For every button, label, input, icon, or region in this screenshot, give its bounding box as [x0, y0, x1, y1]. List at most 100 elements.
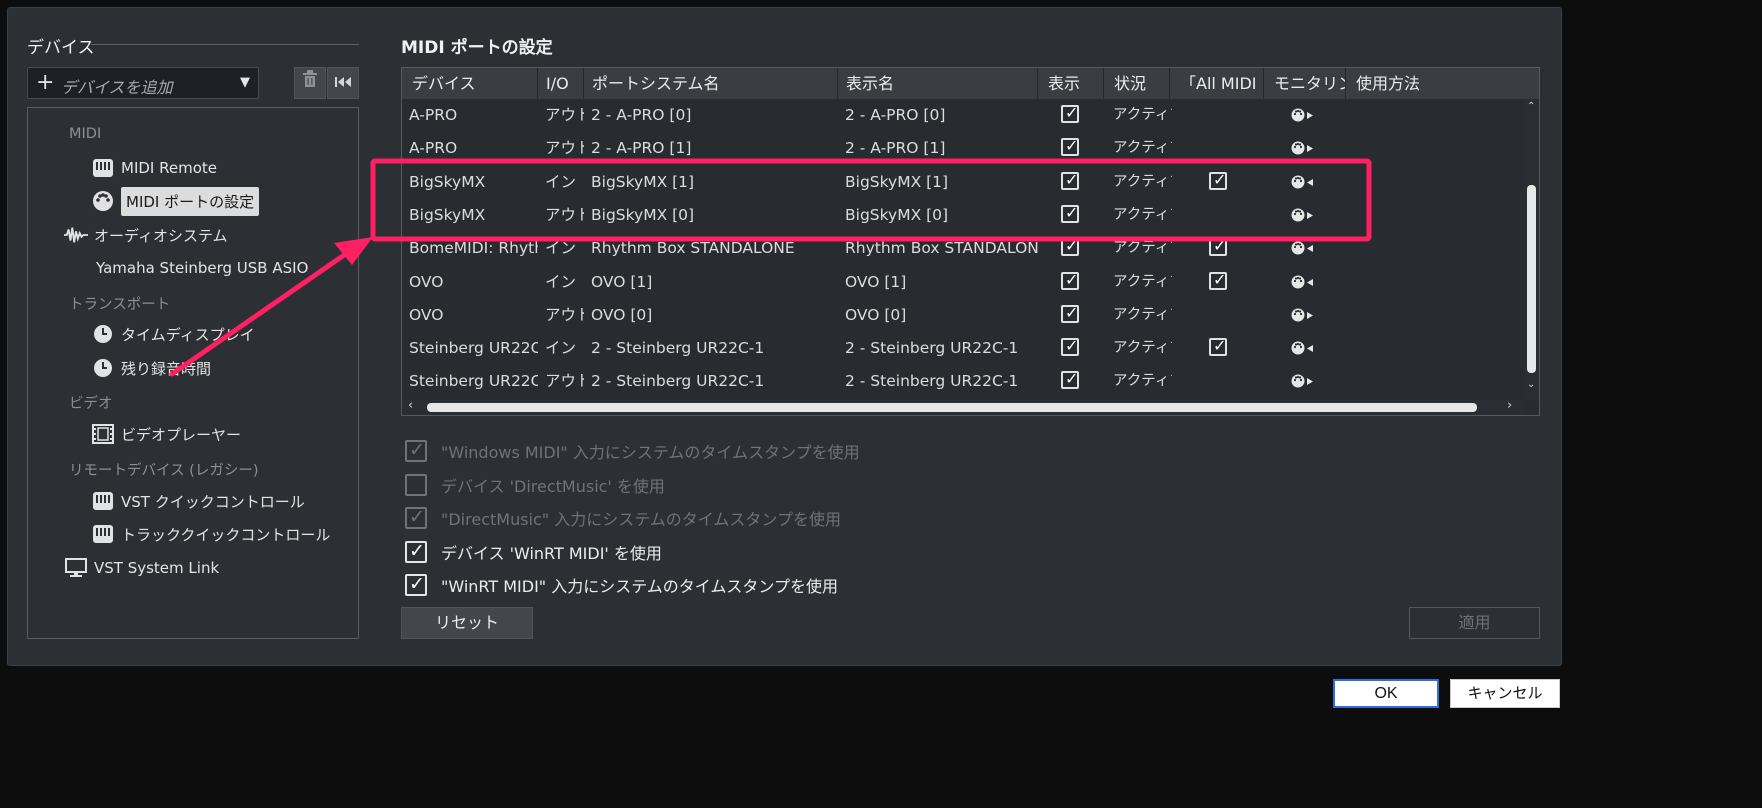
option-label: "DirectMusic" 入力にシステムのタイムスタンプを使用: [441, 510, 841, 529]
cell-display-name[interactable]: 2 - Steinberg UR22C-1: [838, 332, 1040, 365]
cell-status: アクティブ: [1113, 173, 1172, 190]
cell-display-name[interactable]: 2 - Steinberg UR22C-1: [838, 365, 1040, 398]
option-checkbox-row[interactable]: ✓ デバイス 'WinRT MIDI' を使用: [405, 539, 662, 565]
cell-status: アクティブ: [1113, 140, 1172, 157]
table-row[interactable]: BomeMIDI: Rhythm Box イン Rhythm Box STANDAL…: [402, 232, 1524, 265]
scroll-up-icon[interactable]: ⌃: [1527, 101, 1535, 112]
midi-in-icon[interactable]: [1291, 275, 1315, 291]
cell-display-name[interactable]: OVO [0]: [838, 299, 1040, 332]
midi-out-icon[interactable]: [1291, 308, 1315, 324]
vertical-scrollbar[interactable]: ⌃ ⌄: [1524, 99, 1539, 401]
visible-checkbox[interactable]: ✓: [1061, 369, 1079, 390]
column-header-visible[interactable]: 表示: [1040, 68, 1104, 99]
tree-category-midi: MIDI: [69, 126, 102, 142]
visible-checkbox[interactable]: ✓: [1061, 203, 1079, 223]
column-header-io[interactable]: I/O: [538, 68, 584, 99]
all-midi-in-checkbox[interactable]: ✓: [1209, 336, 1227, 357]
tree-item-vst-quick-controls[interactable]: VST クイックコントロール: [91, 487, 305, 515]
scroll-down-icon[interactable]: ⌄: [1527, 379, 1535, 390]
table-row[interactable]: Steinberg UR22C アウト 2 - Steinberg UR22C-1 2…: [402, 365, 1524, 398]
tree-item-label: VST System Link: [94, 559, 220, 577]
midi-out-icon[interactable]: [1291, 141, 1315, 157]
option-checkbox-row[interactable]: ✓ "WinRT MIDI" 入力にシステムのタイムスタンプを使用: [405, 572, 838, 598]
keyboard-icon: [91, 490, 115, 512]
midi-in-icon[interactable]: [1291, 341, 1315, 357]
visible-checkbox[interactable]: ✓: [1061, 336, 1079, 357]
option-checkbox[interactable]: ✓: [405, 540, 427, 563]
column-header-usage[interactable]: 使用方法: [1348, 68, 1539, 99]
reset-button[interactable]: リセット: [401, 607, 533, 639]
cell-io: イン: [545, 172, 577, 191]
all-midi-in-checkbox[interactable]: ✓: [1209, 270, 1227, 290]
tree-item-vst-system-link[interactable]: VST System Link: [64, 554, 219, 582]
option-checkbox[interactable]: ✓: [405, 439, 427, 462]
option-checkbox-row[interactable]: ✓ "Windows MIDI" 入力にシステムのタイムスタンプを使用: [405, 438, 860, 464]
table-row[interactable]: A-PRO アウト 2 - A-PRO [0] 2 - A-PRO [0] アクティブ ✓: [402, 99, 1524, 132]
tree-item-yamaha-asio[interactable]: Yamaha Steinberg USB ASIO: [96, 254, 308, 282]
horizontal-scrollbar[interactable]: ‹ ›: [402, 398, 1524, 415]
dialog-footer: [0, 668, 1567, 719]
table-row[interactable]: BigSkyMX イン BigSkyMX [1] BigSkyMX [1] アクティブ ✓…: [402, 166, 1524, 199]
table-row[interactable]: OVO アウト OVO [0] OVO [0] アクティブ ✓: [402, 299, 1524, 332]
midi-out-icon[interactable]: [1291, 208, 1315, 224]
ok-button[interactable]: OK: [1333, 679, 1439, 708]
cancel-button[interactable]: キャンセル: [1450, 679, 1560, 708]
table-row[interactable]: Steinberg UR22C イン 2 - Steinberg UR22C-1 2 …: [402, 332, 1524, 365]
midi-in-icon[interactable]: [1291, 175, 1315, 191]
apply-button[interactable]: 適用: [1409, 607, 1540, 639]
tree-item-audio-system[interactable]: オーディオシステム: [64, 221, 228, 249]
visible-checkbox[interactable]: ✓: [1061, 270, 1079, 290]
option-checkbox[interactable]: ✓: [405, 506, 427, 529]
table-row[interactable]: OVO イン OVO [1] OVO [1] アクティブ ✓ ✓: [402, 266, 1524, 299]
cell-status: アクティブ: [1113, 240, 1172, 257]
visible-checkbox[interactable]: ✓: [1061, 136, 1079, 157]
tree-item-label: Yamaha Steinberg USB ASIO: [96, 259, 309, 277]
all-midi-in-checkbox[interactable]: ✓: [1209, 236, 1227, 257]
table-row[interactable]: BigSkyMX アウト BigSkyMX [0] BigSkyMX [0] アクティブ…: [402, 199, 1524, 232]
table-row[interactable]: A-PRO アウト 2 - A-PRO [1] 2 - A-PRO [1] アクティブ ✓: [402, 132, 1524, 165]
tree-item-track-quick-controls[interactable]: トラッククイックコントロール: [91, 520, 330, 548]
visible-checkbox[interactable]: ✓: [1061, 170, 1079, 190]
visible-checkbox[interactable]: ✓: [1061, 103, 1079, 123]
scroll-left-icon[interactable]: ‹: [408, 398, 413, 413]
option-checkbox-row[interactable]: デバイス 'DirectMusic' を使用: [405, 472, 665, 498]
reset-device-button[interactable]: [327, 67, 359, 99]
add-device-dropdown[interactable]: + デバイスを追加 ▼: [27, 67, 259, 99]
all-midi-in-checkbox[interactable]: ✓: [1209, 170, 1227, 190]
cell-display-name[interactable]: 2 - A-PRO [0]: [838, 99, 1040, 132]
cell-io: アウト: [545, 106, 584, 124]
option-checkbox[interactable]: [405, 473, 427, 496]
column-header-display-name[interactable]: 表示名: [838, 68, 1038, 99]
midi-out-icon[interactable]: [1291, 108, 1315, 124]
option-checkbox-row[interactable]: ✓ "DirectMusic" 入力にシステムのタイムスタンプを使用: [405, 505, 841, 531]
tree-item-remaining-rec-time[interactable]: 残り録音時間: [91, 354, 211, 382]
clock-icon: [91, 323, 115, 345]
column-header-status[interactable]: 状況: [1106, 68, 1170, 99]
horizontal-scroll-thumb[interactable]: [427, 403, 1477, 412]
cell-device: A-PRO: [409, 139, 458, 158]
visible-checkbox[interactable]: ✓: [1061, 303, 1079, 323]
option-checkbox[interactable]: ✓: [405, 573, 427, 596]
table-header: デバイス I/O ポートシステム名 表示名 表示 状況 「All MIDI In…: [402, 68, 1539, 99]
tree-category-transport: トランスポート: [69, 297, 171, 313]
scroll-right-icon[interactable]: ›: [1507, 398, 1512, 413]
cell-display-name[interactable]: BigSkyMX [1]: [838, 166, 1040, 199]
vertical-scroll-thumb[interactable]: [1527, 185, 1536, 373]
tree-item-midi-remote[interactable]: MIDI Remote: [91, 154, 217, 182]
column-header-all-midi-in[interactable]: 「All MIDI In」: [1172, 68, 1264, 99]
column-header-monitoring[interactable]: モニタリング: [1266, 68, 1346, 99]
tree-item-video-player[interactable]: ビデオプレーヤー: [91, 420, 241, 448]
cell-display-name[interactable]: Rhythm Box STANDALONE: [838, 232, 1040, 265]
midi-out-icon[interactable]: [1291, 374, 1315, 390]
cell-display-name[interactable]: 2 - A-PRO [1]: [838, 132, 1040, 165]
column-header-port-system-name[interactable]: ポートシステム名: [584, 68, 838, 99]
midi-in-icon[interactable]: [1291, 241, 1315, 257]
cell-display-name[interactable]: BigSkyMX [0]: [838, 199, 1040, 232]
cell-display-name[interactable]: OVO [1]: [838, 266, 1040, 299]
delete-device-button[interactable]: [294, 67, 326, 99]
visible-checkbox[interactable]: ✓: [1061, 236, 1079, 257]
cell-status: アクティブ: [1113, 373, 1172, 390]
tree-item-time-display[interactable]: タイムディスプレイ: [91, 320, 255, 348]
tree-item-midi-port-settings[interactable]: MIDI ポートの設定: [91, 186, 260, 216]
column-header-device[interactable]: デバイス: [404, 68, 538, 99]
